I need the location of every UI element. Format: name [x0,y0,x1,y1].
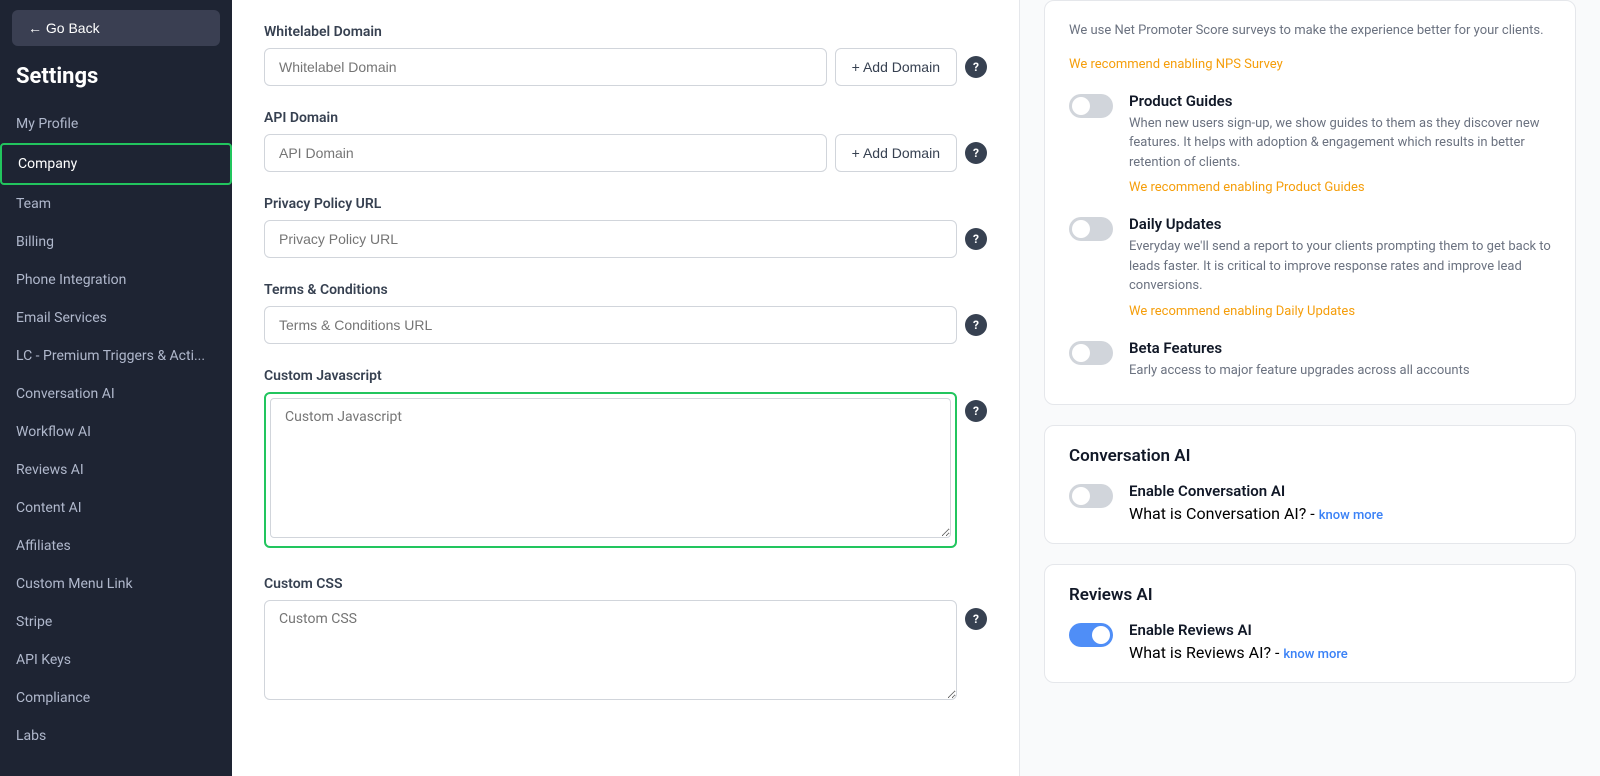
sidebar-item-compliance[interactable]: Compliance [0,679,232,717]
right-panel: We use Net Promoter Score surveys to mak… [1020,0,1600,776]
reviews-ai-enable-label: Enable Reviews AI [1129,621,1348,639]
conversation-ai-card-title: Conversation AI [1069,446,1551,466]
daily-updates-title: Daily Updates [1129,215,1551,233]
reviews-ai-card: Reviews AI Enable Reviews AI What is Rev… [1044,564,1576,683]
sidebar-item-my-profile[interactable]: My Profile [0,105,232,143]
product-guides-row: Product Guides When new users sign-up, w… [1069,92,1551,196]
custom-css-input[interactable] [264,600,957,700]
sidebar-item-billing[interactable]: Billing [0,223,232,261]
nps-top-text: We use Net Promoter Score surveys to mak… [1069,21,1551,41]
daily-updates-toggle[interactable] [1069,217,1113,241]
beta-features-toggle[interactable] [1069,341,1113,365]
terms-conditions-help-icon[interactable]: ? [965,314,987,336]
privacy-policy-section: Privacy Policy URL ? [264,196,987,258]
beta-features-title: Beta Features [1129,339,1470,357]
sidebar-item-api-keys[interactable]: API Keys [0,641,232,679]
conversation-ai-row: Enable Conversation AI What is Conversat… [1069,482,1551,523]
conversation-ai-card: Conversation AI Enable Conversation AI W… [1044,425,1576,544]
whitelabel-help-icon[interactable]: ? [965,56,987,78]
nps-recommend-link[interactable]: We recommend enabling NPS Survey [1069,57,1283,72]
reviews-ai-card-title: Reviews AI [1069,585,1551,605]
conversation-ai-desc-text: What is Conversation AI? - [1129,504,1315,523]
sidebar-item-custom-menu-link[interactable]: Custom Menu Link [0,565,232,603]
beta-features-desc: Early access to major feature upgrades a… [1129,361,1470,381]
features-card: We use Net Promoter Score surveys to mak… [1044,0,1576,405]
daily-updates-recommend-link[interactable]: We recommend enabling Daily Updates [1129,304,1355,319]
sidebar-item-conversation-ai[interactable]: Conversation AI [0,375,232,413]
terms-conditions-label: Terms & Conditions [264,282,987,298]
sidebar-item-labs[interactable]: Labs [0,717,232,755]
sidebar-item-affiliates[interactable]: Affiliates [0,527,232,565]
product-guides-desc: When new users sign-up, we show guides t… [1129,114,1551,173]
whitelabel-add-domain-button[interactable]: + Add Domain [835,48,957,86]
sidebar-item-reviews-ai[interactable]: Reviews AI [0,451,232,489]
api-add-domain-button[interactable]: + Add Domain [835,134,957,172]
api-domain-input[interactable] [264,134,827,172]
conversation-ai-enable-label: Enable Conversation AI [1129,482,1383,500]
custom-javascript-wrapper [264,392,957,548]
custom-css-label: Custom CSS [264,576,987,592]
reviews-ai-toggle[interactable] [1069,623,1113,647]
conversation-ai-toggle[interactable] [1069,484,1113,508]
privacy-policy-label: Privacy Policy URL [264,196,987,212]
reviews-ai-desc-text: What is Reviews AI? - [1129,643,1279,662]
whitelabel-domain-input[interactable] [264,48,827,86]
sidebar-item-stripe[interactable]: Stripe [0,603,232,641]
api-domain-label: API Domain [264,110,987,126]
sidebar-item-team[interactable]: Team [0,185,232,223]
sidebar-item-company[interactable]: Company [0,143,232,185]
sidebar-item-content-ai[interactable]: Content AI [0,489,232,527]
sidebar-item-lc-premium[interactable]: LC - Premium Triggers & Acti... [0,337,232,375]
custom-javascript-section: Custom Javascript ? [264,368,987,552]
api-domain-help-icon[interactable]: ? [965,142,987,164]
custom-javascript-label: Custom Javascript [264,368,987,384]
product-guides-recommend-link[interactable]: We recommend enabling Product Guides [1129,180,1365,195]
daily-updates-desc: Everyday we'll send a report to your cli… [1129,237,1551,296]
privacy-policy-input[interactable] [264,220,957,258]
center-panel: Whitelabel Domain + Add Domain ? API Dom… [232,0,1020,776]
whitelabel-domain-label: Whitelabel Domain [264,24,987,40]
conversation-ai-know-more-link[interactable]: know more [1319,508,1383,523]
sidebar-item-phone-integration[interactable]: Phone Integration [0,261,232,299]
terms-conditions-input[interactable] [264,306,957,344]
main-area: Whitelabel Domain + Add Domain ? API Dom… [232,0,1600,776]
daily-updates-row: Daily Updates Everyday we'll send a repo… [1069,215,1551,319]
reviews-ai-row: Enable Reviews AI What is Reviews AI? - … [1069,621,1551,662]
privacy-policy-help-icon[interactable]: ? [965,228,987,250]
reviews-ai-know-more-link[interactable]: know more [1283,647,1347,662]
custom-css-help-icon[interactable]: ? [965,608,987,630]
sidebar-item-workflow-ai[interactable]: Workflow AI [0,413,232,451]
api-domain-section: API Domain + Add Domain ? [264,110,987,172]
product-guides-toggle[interactable] [1069,94,1113,118]
go-back-button[interactable]: ← Go Back [12,10,220,46]
sidebar-item-email-services[interactable]: Email Services [0,299,232,337]
custom-javascript-help-icon[interactable]: ? [965,400,987,422]
custom-css-section: Custom CSS ? [264,576,987,704]
beta-features-row: Beta Features Early access to major feat… [1069,339,1551,385]
terms-conditions-section: Terms & Conditions ? [264,282,987,344]
custom-javascript-input[interactable] [270,398,951,538]
product-guides-title: Product Guides [1129,92,1551,110]
sidebar-title: Settings [0,56,232,105]
sidebar: ← Go Back Settings My ProfileCompanyTeam… [0,0,232,776]
whitelabel-domain-section: Whitelabel Domain + Add Domain ? [264,24,987,86]
